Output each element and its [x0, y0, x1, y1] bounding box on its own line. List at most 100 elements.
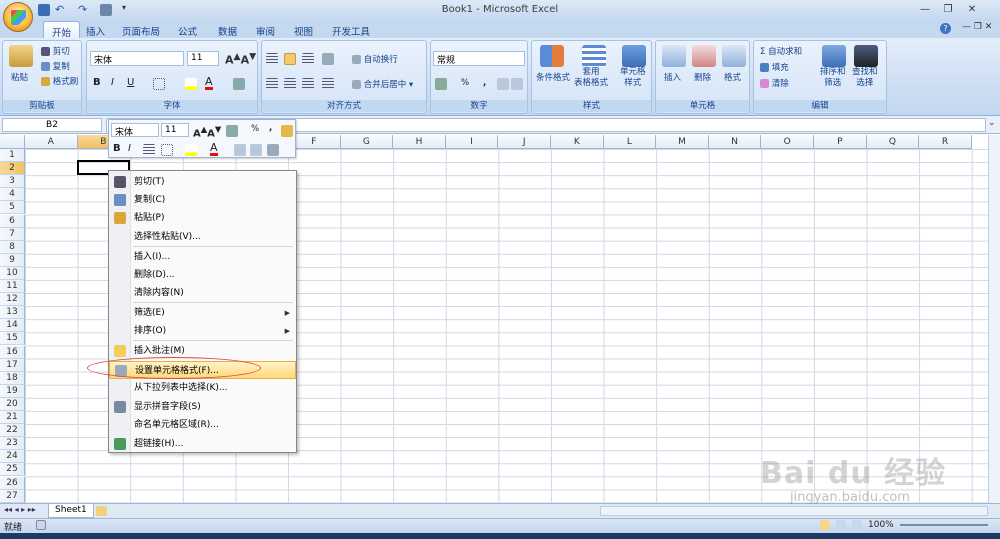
- row-header-27[interactable]: 27: [0, 489, 25, 503]
- mini-bold-button[interactable]: B: [113, 143, 121, 154]
- clear-button[interactable]: 清除: [760, 77, 789, 89]
- menu-item-13[interactable]: 命名单元格区域(R)...: [109, 416, 296, 434]
- mini-font-select[interactable]: 宋体: [111, 123, 159, 138]
- row-header-6[interactable]: 6: [0, 214, 25, 228]
- paste-icon[interactable]: [9, 45, 33, 67]
- sort-filter-button[interactable]: 排序和 筛选: [820, 67, 846, 89]
- comma-button[interactable]: ,: [483, 78, 486, 88]
- find-select-icon[interactable]: [854, 45, 878, 67]
- normal-view-icon[interactable]: [820, 520, 830, 530]
- mini-fill-color-icon[interactable]: [185, 144, 197, 156]
- font-name-select[interactable]: 宋体: [90, 51, 184, 66]
- row-header-2[interactable]: 2: [0, 162, 25, 176]
- row-header-14[interactable]: 14: [0, 319, 25, 333]
- format-as-table-button[interactable]: 套用 表格格式: [574, 67, 608, 89]
- column-header-l[interactable]: L: [603, 135, 657, 149]
- menu-item-6[interactable]: 清除内容(N): [109, 284, 296, 302]
- ribbon-window-controls[interactable]: — ❐ ✕: [962, 22, 992, 32]
- insert-cells-button[interactable]: 插入: [664, 71, 681, 83]
- tab-page-layout[interactable]: 页面布局: [114, 21, 168, 38]
- help-icon[interactable]: ?: [940, 23, 951, 34]
- column-header-h[interactable]: H: [393, 135, 446, 149]
- mini-comma-button[interactable]: ,: [269, 123, 272, 133]
- row-header-21[interactable]: 21: [0, 411, 25, 424]
- zoom-level[interactable]: 100%: [868, 520, 894, 530]
- menu-item-2[interactable]: 粘贴(P): [109, 209, 296, 227]
- menu-item-7[interactable]: 筛选(E) ▶: [109, 304, 296, 322]
- increase-decimal-icon[interactable]: [497, 78, 509, 90]
- menu-item-0[interactable]: 剪切(T): [109, 173, 296, 191]
- mini-format-icon[interactable]: [226, 125, 238, 137]
- tab-review[interactable]: 审阅: [248, 21, 283, 38]
- paste-button[interactable]: 粘贴: [11, 71, 28, 83]
- cut-button[interactable]: 剪切: [41, 45, 70, 57]
- font-color-button[interactable]: A: [205, 76, 213, 90]
- mini-font-color-icon[interactable]: A: [210, 142, 218, 156]
- tab-home[interactable]: 开始: [43, 21, 81, 39]
- format-as-table-icon[interactable]: [582, 45, 606, 67]
- row-header-3[interactable]: 3: [0, 175, 25, 189]
- bold-button[interactable]: B: [93, 77, 101, 88]
- mini-border-icon[interactable]: [161, 144, 173, 156]
- row-header-26[interactable]: 26: [0, 476, 25, 490]
- column-header-i[interactable]: I: [445, 135, 499, 149]
- column-header-k[interactable]: K: [551, 135, 604, 149]
- row-header-11[interactable]: 11: [0, 280, 25, 293]
- row-header-17[interactable]: 17: [0, 358, 25, 372]
- row-header-18[interactable]: 18: [0, 371, 25, 385]
- insert-cells-icon[interactable]: [662, 45, 686, 67]
- format-painter-button[interactable]: 格式刷: [41, 75, 78, 87]
- insert-sheet-icon[interactable]: [96, 506, 107, 516]
- tab-view[interactable]: 视图: [286, 21, 321, 38]
- align-middle-icon[interactable]: [284, 53, 296, 65]
- mini-grow-font-button[interactable]: A▲A▼: [193, 124, 221, 139]
- decrease-decimal-icon[interactable]: [511, 78, 523, 90]
- row-header-24[interactable]: 24: [0, 450, 25, 464]
- phonetic-guide-icon[interactable]: [233, 78, 245, 90]
- row-header-1[interactable]: 1: [0, 149, 25, 162]
- column-header-a[interactable]: A: [25, 135, 78, 149]
- menu-item-14[interactable]: 超链接(H)...: [109, 435, 296, 453]
- row-header-20[interactable]: 20: [0, 397, 25, 411]
- sheet-tab-sheet1[interactable]: Sheet1: [48, 504, 94, 518]
- mini-increase-decimal-icon[interactable]: [234, 144, 246, 156]
- row-header-4[interactable]: 4: [0, 188, 25, 202]
- underline-button[interactable]: U: [127, 77, 134, 88]
- mini-italic-button[interactable]: I: [128, 143, 131, 154]
- row-header-25[interactable]: 25: [0, 463, 25, 477]
- format-cells-icon[interactable]: [722, 45, 746, 67]
- number-format-select[interactable]: 常规: [433, 51, 525, 66]
- mini-size-select[interactable]: 11: [161, 123, 189, 137]
- fill-color-icon[interactable]: [185, 78, 197, 90]
- page-break-view-icon[interactable]: [852, 520, 862, 530]
- align-top-icon[interactable]: [266, 53, 278, 65]
- indent-icon[interactable]: [322, 78, 334, 90]
- row-header-10[interactable]: 10: [0, 266, 25, 280]
- name-box[interactable]: B2: [2, 118, 102, 132]
- column-header-o[interactable]: O: [761, 135, 814, 149]
- sort-filter-icon[interactable]: [822, 45, 846, 67]
- row-header-22[interactable]: 22: [0, 424, 25, 438]
- row-header-9[interactable]: 9: [0, 253, 25, 267]
- align-right-icon[interactable]: [302, 78, 314, 90]
- percent-button[interactable]: %: [461, 78, 469, 88]
- row-header-7[interactable]: 7: [0, 227, 25, 241]
- column-header-p[interactable]: P: [814, 135, 867, 149]
- delete-cells-icon[interactable]: [692, 45, 716, 67]
- mini-decrease-decimal-icon[interactable]: [250, 144, 262, 156]
- tab-developer[interactable]: 开发工具: [324, 21, 378, 38]
- tab-formulas[interactable]: 公式: [170, 21, 205, 38]
- cell-styles-button[interactable]: 单元格 样式: [620, 67, 646, 89]
- tab-data[interactable]: 数据: [210, 21, 245, 38]
- column-header-g[interactable]: G: [340, 135, 394, 149]
- align-center-icon[interactable]: [284, 78, 296, 90]
- row-header-19[interactable]: 19: [0, 384, 25, 398]
- conditional-format-button[interactable]: 条件格式: [536, 71, 570, 83]
- close-icon[interactable]: ✕: [962, 2, 982, 17]
- mini-merge-icon[interactable]: [267, 144, 279, 156]
- row-header-12[interactable]: 12: [0, 293, 25, 307]
- format-button[interactable]: 格式: [724, 71, 741, 83]
- menu-item-12[interactable]: 显示拼音字段(S): [109, 398, 296, 416]
- grow-font-button[interactable]: A▲A▼: [225, 51, 256, 67]
- row-header-16[interactable]: 16: [0, 345, 25, 359]
